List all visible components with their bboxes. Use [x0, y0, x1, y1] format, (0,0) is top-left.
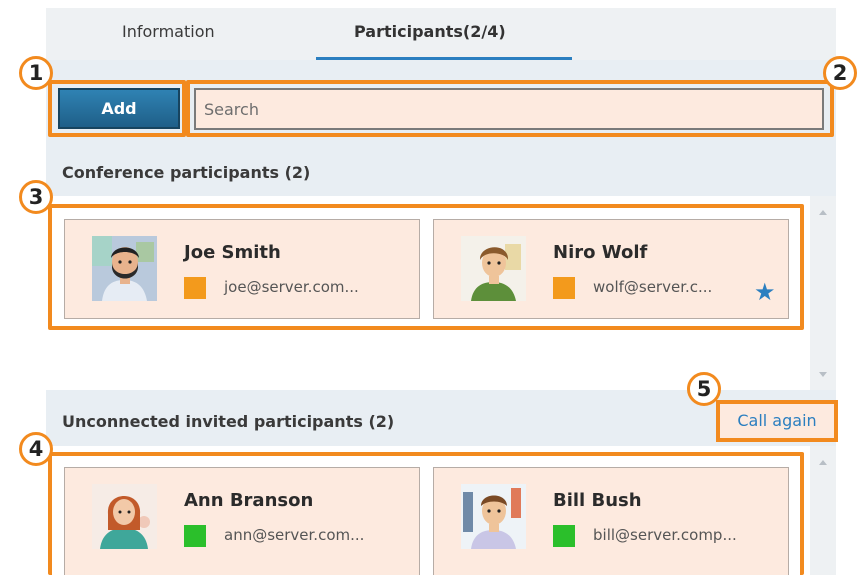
participant-name: Niro Wolf — [553, 242, 648, 263]
callout-badge-4: 4 — [19, 432, 53, 466]
tab-bar: Information Participants(2/4) — [46, 8, 836, 60]
callout-badge-1: 1 — [19, 56, 53, 90]
scroll-up-icon[interactable] — [819, 210, 827, 215]
participant-card-ann[interactable]: Ann Branson ann@server.com... — [64, 467, 420, 575]
participant-email: wolf@server.c... — [593, 278, 713, 296]
status-indicator — [553, 277, 575, 299]
avatar-ann — [92, 484, 157, 549]
status-indicator — [553, 525, 575, 547]
callout-badge-5: 5 — [687, 372, 721, 406]
tab-information[interactable]: Information — [122, 22, 215, 41]
participant-email: bill@server.comp... — [593, 526, 737, 544]
participant-name: Bill Bush — [553, 490, 642, 511]
unconnected-section-title: Unconnected invited participants (2) — [62, 412, 395, 431]
call-again-button[interactable]: Call again — [716, 400, 838, 442]
conference-scrollbar[interactable] — [810, 196, 836, 390]
scroll-up-icon[interactable] — [819, 460, 827, 465]
avatar-joe — [92, 236, 157, 301]
participant-email: ann@server.com... — [224, 526, 365, 544]
participant-name: Ann Branson — [184, 490, 314, 511]
participant-card-bill[interactable]: Bill Bush bill@server.comp... — [433, 467, 789, 575]
active-tab-indicator — [316, 57, 572, 60]
status-indicator — [184, 277, 206, 299]
avatar-niro — [461, 236, 526, 301]
status-indicator — [184, 525, 206, 547]
participant-card-joe[interactable]: Joe Smith joe@server.com... — [64, 219, 420, 319]
participant-email: joe@server.com... — [224, 278, 359, 296]
participant-card-niro[interactable]: Niro Wolf wolf@server.c... ★ — [433, 219, 789, 319]
unconnected-scrollbar[interactable] — [810, 446, 836, 575]
tab-participants[interactable]: Participants(2/4) — [354, 22, 506, 41]
callout-badge-3: 3 — [19, 180, 53, 214]
scroll-down-icon[interactable] — [819, 372, 827, 377]
add-button[interactable]: Add — [58, 88, 180, 129]
conference-section-title: Conference participants (2) — [62, 163, 311, 182]
callout-badge-2: 2 — [823, 56, 857, 90]
avatar-bill — [461, 484, 526, 549]
star-icon[interactable]: ★ — [754, 280, 776, 304]
participant-name: Joe Smith — [184, 242, 281, 263]
search-input[interactable] — [194, 88, 824, 130]
